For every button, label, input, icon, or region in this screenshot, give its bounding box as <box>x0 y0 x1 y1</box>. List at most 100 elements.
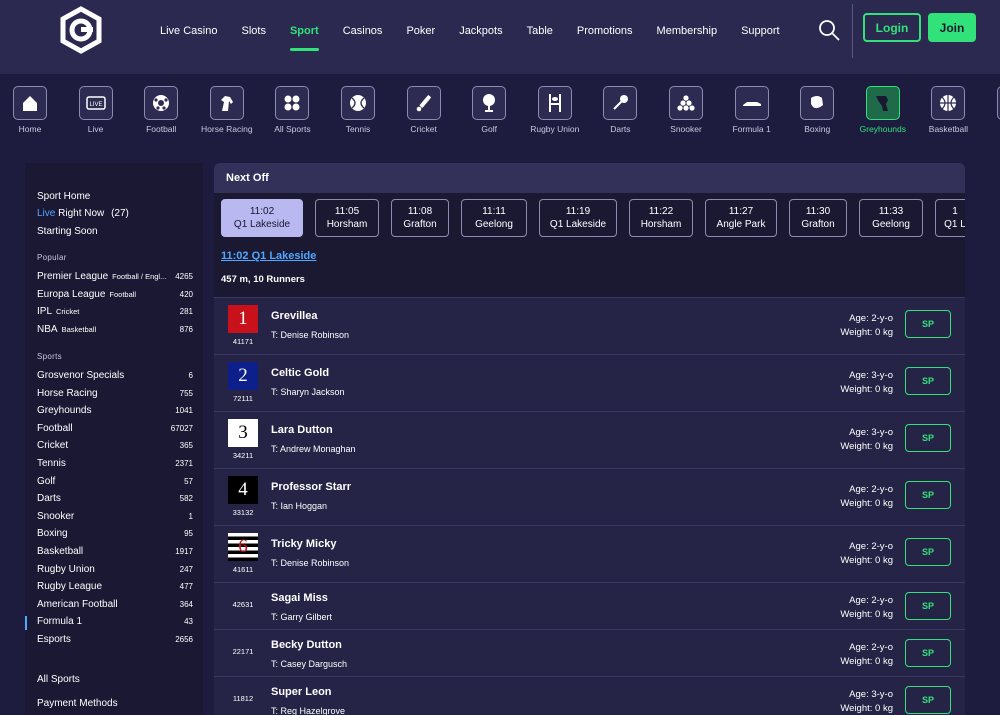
race-tab[interactable]: 11:30 Grafton <box>789 199 847 237</box>
sp-odds-button[interactable]: SP <box>905 592 951 620</box>
sidebar-item-label-group: Greyhounds <box>37 405 91 416</box>
sport-shortcut-snooker[interactable]: Snooker <box>653 86 719 134</box>
sidebar-item-football[interactable]: Football 67027 <box>37 423 193 434</box>
runner-name[interactable]: Tricky Micky <box>271 538 336 550</box>
sidebar-item-basketball[interactable]: Basketball 1917 <box>37 546 193 557</box>
sport-shortcut-football[interactable]: Football <box>128 86 194 134</box>
sp-odds-button[interactable]: SP <box>905 367 951 395</box>
sidebar-item-premier-league[interactable]: Premier League Football / Engl... 4265 <box>37 271 193 282</box>
race-tab[interactable]: 11:08 Grafton <box>391 199 449 237</box>
runner-name[interactable]: Becky Dutton <box>271 639 342 651</box>
sport-shortcut-tennis[interactable]: Tennis <box>325 86 391 134</box>
selected-race-link[interactable]: 11:02 Q1 Lakeside <box>221 250 316 262</box>
sport-shortcut-basketball[interactable]: Basketball <box>915 86 981 134</box>
sport-shortcut-live[interactable]: LIVE Live <box>63 86 129 134</box>
join-button[interactable]: Join <box>928 13 976 42</box>
race-tab[interactable]: 11:11 Geelong <box>461 199 527 237</box>
grosvenor-logo[interactable] <box>57 6 105 54</box>
sidebar-item-cricket[interactable]: Cricket 365 <box>37 440 193 451</box>
sidebar-item-ipl[interactable]: IPL Cricket 281 <box>37 306 193 317</box>
nav-item-poker[interactable]: Poker <box>394 0 447 62</box>
sp-odds-button[interactable]: SP <box>905 481 951 509</box>
runner-form: 41171 <box>232 337 254 346</box>
sports-quick-nav: Home LIVE Live Football Horse Racing All Spor… <box>0 86 1000 138</box>
sidebar-item-rugby-union[interactable]: Rugby Union 247 <box>37 564 193 575</box>
race-tab-venue: Angle Park <box>716 219 766 230</box>
sport-shortcut-cricket[interactable]: Cricket <box>391 86 457 134</box>
sidebar-item-greyhounds[interactable]: Greyhounds 1041 <box>37 405 193 416</box>
sidebar-item-golf[interactable]: Golf 57 <box>37 476 193 487</box>
sidebar-item-snooker[interactable]: Snooker 1 <box>37 511 193 522</box>
golf-icon <box>472 86 507 120</box>
sport-shortcut-darts[interactable]: Darts <box>587 86 653 134</box>
sp-odds-button[interactable]: SP <box>905 686 951 714</box>
race-tab-time: 11:19 <box>565 206 591 217</box>
runner-form: 34211 <box>232 451 254 460</box>
trap-number: 6 <box>238 536 248 557</box>
nav-item-casinos[interactable]: Casinos <box>331 0 395 62</box>
nav-item-membership[interactable]: Membership <box>645 0 730 62</box>
race-selector: 11:02 Q1 Lakeside 11:05 Horsham 11:08 Grafton… <box>214 193 965 297</box>
race-tab[interactable]: 1 Q1 L <box>935 199 965 237</box>
runner-name[interactable]: Super Leon <box>271 686 332 698</box>
race-tab[interactable]: 11:27 Angle Park <box>705 199 777 237</box>
sport-shortcut-home[interactable]: Home <box>0 86 63 134</box>
sidebar-item-american-football[interactable]: American Football 364 <box>37 599 193 610</box>
sport-shortcut-boxing[interactable]: Boxing <box>784 86 850 134</box>
sidebar-item-nba[interactable]: NBA Basketball 876 <box>37 324 193 335</box>
sidebar-item-label-group: Europa League Football <box>37 289 136 300</box>
nav-item-slots[interactable]: Slots <box>229 0 277 62</box>
runner-name[interactable]: Grevillea <box>271 310 317 322</box>
payment-methods-link[interactable]: Payment Methods <box>37 698 118 709</box>
sidebar-item-horse-racing[interactable]: Horse Racing 755 <box>37 388 193 399</box>
sidebar-item-grosvenor-specials[interactable]: Grosvenor Specials 6 <box>37 370 193 381</box>
sidebar-item-count: 1041 <box>175 406 193 416</box>
sidebar-item-esports[interactable]: Esports 2656 <box>37 634 193 645</box>
sport-shortcut-pr[interactable]: Pr <box>981 86 1000 134</box>
sidebar-item-name: Football <box>37 422 73 434</box>
sidebar-item-boxing[interactable]: Boxing 95 <box>37 528 193 539</box>
sport-shortcut-formula-1[interactable]: Formula 1 <box>719 86 785 134</box>
race-tab[interactable]: 11:33 Geelong <box>859 199 923 237</box>
runner-name[interactable]: Sagai Miss <box>271 592 328 604</box>
race-tab[interactable]: 11:05 Horsham <box>315 199 379 237</box>
trap-number-badge: 3 <box>228 419 258 447</box>
race-tab[interactable]: 11:19 Q1 Lakeside <box>539 199 617 237</box>
sport-shortcut-horse-racing[interactable]: Horse Racing <box>194 86 260 134</box>
nav-item-jackpots[interactable]: Jackpots <box>447 0 514 62</box>
runner-trainer: T: Garry Gilbert <box>271 612 333 622</box>
sidebar-item-europa-league[interactable]: Europa League Football 420 <box>37 289 193 300</box>
sp-odds-button[interactable]: SP <box>905 424 951 452</box>
sidebar-item-darts[interactable]: Darts 582 <box>37 493 193 504</box>
runner-name[interactable]: Professor Starr <box>271 481 351 493</box>
runner-name[interactable]: Celtic Gold <box>271 367 329 379</box>
live-right-now-link[interactable]: Live Right Now (27) <box>37 208 129 219</box>
sport-shortcut-golf[interactable]: Golf <box>456 86 522 134</box>
nav-item-sport[interactable]: Sport <box>278 0 331 62</box>
race-tab[interactable]: 11:22 Horsham <box>629 199 693 237</box>
sport-shortcut-greyhounds[interactable]: Greyhounds <box>850 86 916 134</box>
sidebar-item-tennis[interactable]: Tennis 2371 <box>37 458 193 469</box>
live-count: (27) <box>111 208 129 219</box>
sp-odds-button[interactable]: SP <box>905 538 951 566</box>
search-icon[interactable] <box>817 18 841 42</box>
starting-soon-link[interactable]: Starting Soon <box>37 226 98 237</box>
sport-shortcut-rugby-union[interactable]: Rugby Union <box>522 86 588 134</box>
sidebar-item-sub: Football / Engl... <box>112 272 167 281</box>
nav-item-support[interactable]: Support <box>729 0 792 62</box>
sp-odds-button[interactable]: SP <box>905 639 951 667</box>
sidebar-item-label-group: Snooker <box>37 511 74 522</box>
all-sports-link[interactable]: All Sports <box>37 674 80 685</box>
nav-item-table[interactable]: Table <box>515 0 565 62</box>
nav-item-promotions[interactable]: Promotions <box>565 0 645 62</box>
race-tab[interactable]: 11:02 Q1 Lakeside <box>221 199 303 237</box>
sidebar-item-label-group: Darts <box>37 493 61 504</box>
login-button[interactable]: Login <box>863 13 921 42</box>
nav-item-live-casino[interactable]: Live Casino <box>148 0 229 62</box>
sport-home-link[interactable]: Sport Home <box>37 191 90 202</box>
sidebar-item-rugby-league[interactable]: Rugby League 477 <box>37 581 193 592</box>
sp-odds-button[interactable]: SP <box>905 310 951 338</box>
sport-shortcut-all-sports[interactable]: All Sports <box>259 86 325 134</box>
runner-name[interactable]: Lara Dutton <box>271 424 333 436</box>
sidebar-item-formula-1[interactable]: Formula 1 43 <box>37 616 193 627</box>
